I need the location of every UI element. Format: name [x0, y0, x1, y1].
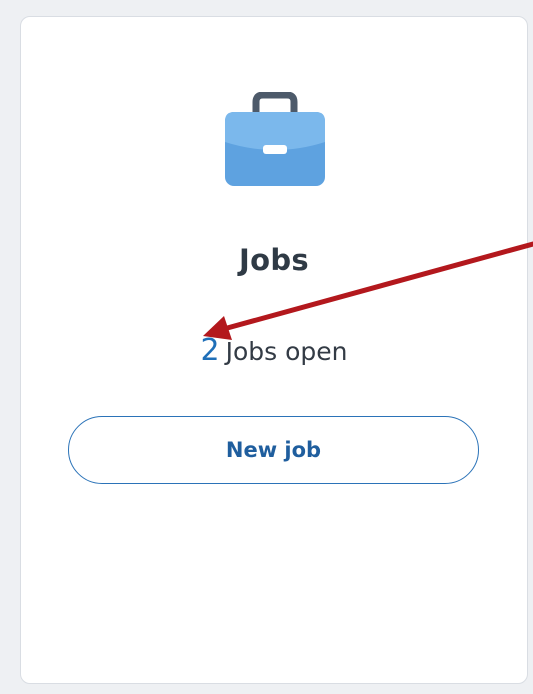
jobs-open-count[interactable]: 2 [201, 333, 220, 368]
card-title: Jobs [239, 243, 309, 277]
page: Jobs 2 Jobs open New job [0, 0, 533, 694]
new-job-button[interactable]: New job [68, 416, 479, 484]
briefcase-icon [225, 92, 325, 186]
jobs-open-label: Jobs open [225, 337, 348, 366]
jobs-open-summary: 2 Jobs open [0, 333, 533, 368]
